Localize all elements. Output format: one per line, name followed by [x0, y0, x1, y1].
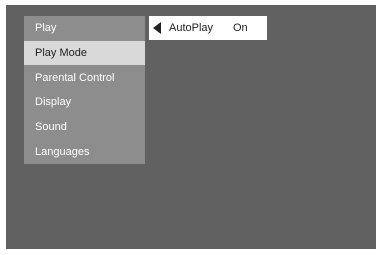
main-menu: Play Play Mode Parental Control Display … [24, 16, 145, 164]
menu-item-languages[interactable]: Languages [24, 140, 145, 164]
menu-item-display[interactable]: Display [24, 90, 145, 114]
menu-item-play-mode[interactable]: Play Mode [24, 41, 145, 65]
autoplay-label: AutoPlay [169, 22, 214, 34]
menu-item-play[interactable]: Play [24, 16, 145, 40]
menu-item-sound[interactable]: Sound [24, 115, 145, 139]
autoplay-option[interactable]: AutoPlay On [149, 16, 267, 40]
autoplay-value[interactable]: On [233, 16, 248, 40]
menu-item-parental-control[interactable]: Parental Control [24, 66, 145, 90]
osd-screen: Play Play Mode Parental Control Display … [6, 5, 376, 249]
triangle-left-icon [153, 22, 161, 34]
